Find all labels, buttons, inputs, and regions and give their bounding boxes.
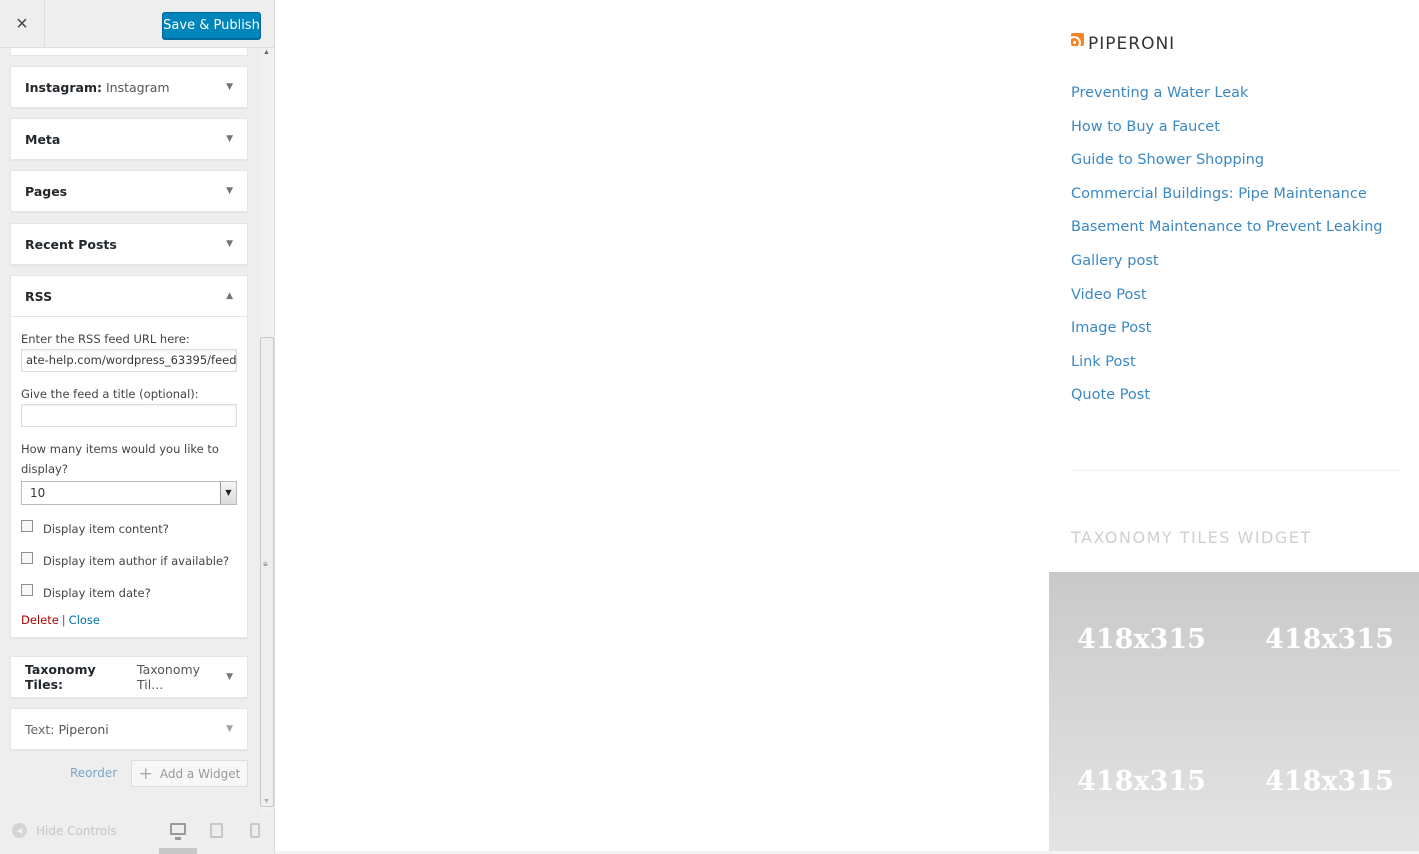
close-customizer-button[interactable]: ×	[0, 0, 45, 48]
scroll-down-arrow-icon[interactable]: ▼	[263, 798, 270, 805]
taxonomy-tile[interactable]: 418x315	[1049, 766, 1234, 797]
widget-subtitle: Instagram	[105, 79, 170, 95]
widget-rss: RSS ▲ Enter the RSS feed URL here: ate-h…	[10, 275, 248, 638]
add-widget-label: Add a Widget	[159, 766, 241, 781]
rss-item-list: Preventing a Water Leak How to Buy a Fau…	[1071, 80, 1382, 416]
show-content-checkbox[interactable]	[21, 520, 33, 532]
rss-feed-icon[interactable]	[1071, 32, 1084, 46]
taxonomy-tile[interactable]: 418x315	[1049, 624, 1234, 655]
show-author-checkbox[interactable]	[21, 552, 33, 564]
widget-header[interactable]: Recent Posts ▼	[11, 224, 247, 264]
rss-item-link[interactable]: Quote Post	[1071, 382, 1382, 416]
customizer-footer: ◀ Hide Controls	[0, 812, 274, 854]
collapse-arrow-icon: ◀	[12, 823, 27, 838]
rss-item-link[interactable]: How to Buy a Faucet	[1071, 114, 1382, 148]
widget-title: Taxonomy Tiles:	[25, 662, 96, 692]
widget-actions: Delete | Close	[21, 613, 237, 627]
checkbox-label: Display item author if available?	[43, 554, 230, 568]
widget-header[interactable]: Instagram: Instagram ▼	[11, 67, 247, 107]
site-preview: PIPERONI Preventing a Water Leak How to …	[275, 0, 1419, 854]
widget-text[interactable]: Text: Piperoni ▼	[10, 708, 248, 750]
widget-title: Meta	[25, 131, 61, 147]
rss-widget-form: Enter the RSS feed URL here: ate-help.co…	[11, 316, 247, 637]
taxonomy-tiles-grid: 418x315 418x315 418x315 418x315	[1049, 572, 1419, 851]
rss-item-link[interactable]: Basement Maintenance to Prevent Leaking	[1071, 214, 1382, 248]
widget-meta[interactable]: Meta ▼	[10, 118, 248, 160]
widget-header[interactable]: Pages ▼	[11, 171, 247, 211]
feed-url-label: Enter the RSS feed URL here:	[21, 332, 190, 346]
feed-title-input[interactable]	[21, 404, 237, 427]
widget-header[interactable]: Text: Piperoni ▼	[11, 709, 247, 749]
active-device-indicator	[159, 848, 197, 854]
desktop-icon[interactable]	[170, 823, 186, 840]
rss-item-link[interactable]: Gallery post	[1071, 248, 1382, 282]
taxonomy-tile[interactable]: 418x315	[1237, 624, 1419, 655]
widget-taxonomy-tiles[interactable]: Taxonomy Tiles: Taxonomy Til... ▼	[10, 656, 248, 698]
rss-item-link[interactable]: Guide to Shower Shopping	[1071, 147, 1382, 181]
expand-arrow-icon[interactable]: ▼	[226, 239, 233, 249]
rss-item-link[interactable]: Video Post	[1071, 282, 1382, 316]
hide-controls-button[interactable]: ◀ Hide Controls	[12, 823, 117, 838]
feed-url-input[interactable]: ate-help.com/wordpress_63395/feed	[21, 349, 237, 372]
show-date-checkbox[interactable]	[21, 584, 33, 596]
widget-subtitle: Piperoni	[58, 721, 109, 737]
widget-divider	[1071, 470, 1401, 471]
taxonomy-tile[interactable]: 418x315	[1237, 766, 1419, 797]
expand-arrow-icon[interactable]: ▼	[226, 134, 233, 144]
widget-title: Instagram:	[25, 79, 102, 95]
action-separator: |	[61, 613, 66, 627]
hide-controls-label: Hide Controls	[36, 823, 117, 838]
expand-arrow-icon[interactable]: ▼	[226, 672, 233, 682]
items-count-select[interactable]: 10 ▼	[21, 481, 237, 505]
widget-header[interactable]: Meta ▼	[11, 119, 247, 159]
rss-item-link[interactable]: Preventing a Water Leak	[1071, 80, 1382, 114]
plus-icon: +	[138, 763, 153, 784]
rss-widget-title: PIPERONI	[1071, 32, 1175, 54]
rss-item-link[interactable]: Commercial Buildings: Pipe Maintenance	[1071, 181, 1382, 215]
show-date-option[interactable]: Display item date?	[21, 577, 237, 609]
tablet-icon[interactable]	[210, 823, 223, 838]
reorder-link[interactable]: Reorder	[70, 766, 117, 780]
close-icon: ×	[16, 12, 28, 35]
expand-arrow-icon[interactable]: ▼	[226, 724, 233, 734]
expand-arrow-icon[interactable]: ▼	[226, 186, 233, 196]
scrollbar-thumb[interactable]	[260, 337, 274, 807]
widget-pages[interactable]: Pages ▼	[10, 170, 248, 212]
items-count-value: 10	[30, 486, 46, 500]
scrollbar-grip-icon: ≡	[263, 560, 268, 569]
show-author-option[interactable]: Display item author if available?	[21, 545, 237, 577]
save-publish-button[interactable]: Save & Publish	[162, 12, 261, 39]
mobile-icon[interactable]	[250, 823, 260, 838]
rss-title-link[interactable]: PIPERONI	[1088, 34, 1175, 54]
widget-recent-posts[interactable]: Recent Posts ▼	[10, 223, 248, 265]
widget-title: RSS	[25, 288, 53, 304]
scroll-up-arrow-icon[interactable]: ▲	[263, 49, 270, 56]
dropdown-arrow-icon[interactable]: ▼	[220, 482, 236, 504]
show-content-option[interactable]: Display item content?	[21, 513, 237, 545]
customizer-header: × Save & Publish	[0, 0, 274, 48]
widget-title: Pages	[25, 183, 68, 199]
customizer-sidebar: × Save & Publish Instagram: Instagram ▼ …	[0, 0, 275, 854]
widget-instagram[interactable]: Instagram: Instagram ▼	[10, 66, 248, 108]
items-count-label: How many items would you like to display…	[21, 442, 219, 476]
widget-header[interactable]: RSS ▲	[11, 276, 247, 316]
rss-item-link[interactable]: Image Post	[1071, 315, 1382, 349]
taxonomy-widget-title: TAXONOMY TILES WIDGET	[1071, 528, 1312, 547]
delete-widget-link[interactable]: Delete	[21, 613, 59, 627]
preview-widget-area: PIPERONI Preventing a Water Leak How to …	[1049, 0, 1419, 854]
widget-header[interactable]: Taxonomy Tiles: Taxonomy Til... ▼	[11, 657, 247, 697]
add-widget-button[interactable]: + Add a Widget	[131, 760, 248, 787]
widget-subtitle: Taxonomy Til...	[137, 662, 201, 692]
close-widget-link[interactable]: Close	[69, 613, 100, 627]
feed-title-label: Give the feed a title (optional):	[21, 387, 199, 401]
widget-peek	[10, 48, 248, 56]
checkbox-label: Display item date?	[43, 586, 151, 600]
expand-arrow-icon[interactable]: ▼	[226, 82, 233, 92]
collapse-arrow-icon[interactable]: ▲	[226, 291, 233, 301]
widget-title: Text:	[25, 721, 55, 737]
rss-item-link[interactable]: Link Post	[1071, 349, 1382, 383]
checkbox-label: Display item content?	[43, 522, 169, 536]
widget-title: Recent Posts	[25, 236, 117, 252]
